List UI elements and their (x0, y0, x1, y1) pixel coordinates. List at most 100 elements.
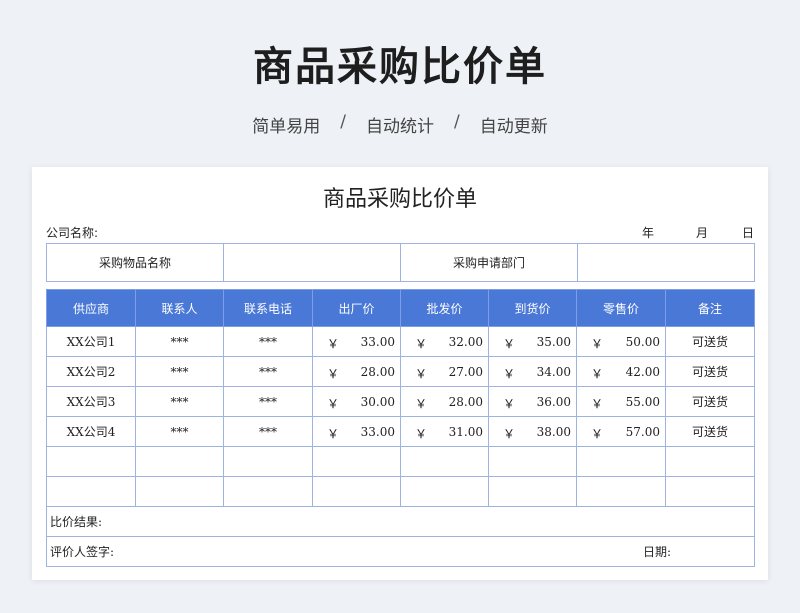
delivered-price-cell[interactable]: ￥ 35.00 (488, 326, 577, 357)
phone-cell[interactable]: *** (223, 416, 313, 447)
delivered-price-cell[interactable]: ￥ 34.00 (488, 356, 577, 387)
result-cell[interactable]: 比价结果: (46, 506, 755, 537)
yen-symbol: ￥ (503, 336, 516, 351)
supplier-cell[interactable]: XX公司1 (46, 326, 136, 357)
item-name-cell[interactable] (223, 243, 401, 282)
signature-cell[interactable]: 评价人签字: 日期: (46, 536, 755, 567)
note-cell[interactable]: 可送货 (665, 356, 755, 387)
dept-cell[interactable] (577, 243, 755, 282)
empty-cell[interactable] (576, 446, 666, 477)
subtitle-separator: / (340, 112, 346, 132)
column-header: 到货价 (488, 289, 577, 327)
yen-symbol: ￥ (327, 366, 340, 381)
empty-cell[interactable] (665, 476, 755, 507)
empty-cell[interactable] (665, 446, 755, 477)
empty-cell[interactable] (488, 476, 577, 507)
note-cell[interactable]: 可送货 (665, 326, 755, 357)
wholesale-price-cell[interactable]: ￥ 32.00 (400, 326, 489, 357)
supplier-cell[interactable]: XX公司2 (46, 356, 136, 387)
info-table: 采购物品名称 采购申请部门 (46, 243, 755, 282)
contact-cell[interactable]: *** (135, 416, 224, 447)
comparison-table: 供应商 联系人 联系电话 出厂价 批发价 到货价 零售价 备注 XX公司1 **… (46, 289, 755, 567)
price-value: 50.00 (625, 334, 660, 349)
yen-symbol: ￥ (591, 426, 604, 441)
phone-cell[interactable]: *** (223, 386, 313, 417)
subtitle-item: 简单易用 (252, 117, 321, 137)
column-header: 出厂价 (312, 289, 401, 327)
factory-price-cell[interactable]: ￥ 33.00 (312, 416, 401, 447)
sheet-title: 商品采购比价单 (322, 187, 477, 212)
retail-price-cell[interactable]: ￥ 50.00 (576, 326, 666, 357)
evaluator-label: 评价人签字: (50, 545, 115, 559)
price-value: 36.00 (536, 394, 571, 409)
empty-cell[interactable] (576, 476, 666, 507)
empty-cell[interactable] (223, 476, 313, 507)
phone-cell[interactable]: *** (223, 356, 313, 387)
price-value: 35.00 (536, 334, 571, 349)
item-name-label: 采购物品名称 (46, 243, 224, 282)
empty-cell[interactable] (488, 446, 577, 477)
column-header: 批发价 (400, 289, 489, 327)
retail-price-cell[interactable]: ￥ 57.00 (576, 416, 666, 447)
month-label: 月 (696, 226, 709, 240)
spreadsheet-card: 商品采购比价单 公司名称: 年 月 日 采购物品名称 采购申请部门 供应商 联系… (32, 167, 768, 580)
empty-cell[interactable] (135, 446, 224, 477)
empty-cell[interactable] (400, 476, 489, 507)
empty-cell[interactable] (312, 446, 401, 477)
price-value: 32.00 (448, 334, 483, 349)
contact-cell[interactable]: *** (135, 356, 224, 387)
delivered-price-cell[interactable]: ￥ 38.00 (488, 416, 577, 447)
factory-price-cell[interactable]: ￥ 30.00 (312, 386, 401, 417)
price-value: 31.00 (448, 424, 483, 439)
empty-cell[interactable] (46, 446, 136, 477)
price-value: 28.00 (360, 364, 395, 379)
empty-cell[interactable] (400, 446, 489, 477)
factory-price-cell[interactable]: ￥ 33.00 (312, 326, 401, 357)
yen-symbol: ￥ (503, 366, 516, 381)
retail-price-cell[interactable]: ￥ 55.00 (576, 386, 666, 417)
supplier-cell[interactable]: XX公司3 (46, 386, 136, 417)
subtitle-item: 自动更新 (479, 117, 548, 137)
delivered-price-cell[interactable]: ￥ 36.00 (488, 386, 577, 417)
yen-symbol: ￥ (415, 396, 428, 411)
yen-symbol: ￥ (591, 366, 604, 381)
supplier-cell[interactable]: XX公司4 (46, 416, 136, 447)
subtitle-separator: / (454, 112, 460, 132)
meta-row: 公司名称: 年 月 日 (46, 224, 754, 240)
empty-cell[interactable] (223, 446, 313, 477)
yen-symbol: ￥ (503, 426, 516, 441)
wholesale-price-cell[interactable]: ￥ 28.00 (400, 386, 489, 417)
factory-price-cell[interactable]: ￥ 28.00 (312, 356, 401, 387)
note-cell[interactable]: 可送货 (665, 416, 755, 447)
empty-cell[interactable] (312, 476, 401, 507)
note-cell[interactable]: 可送货 (665, 386, 755, 417)
result-label: 比价结果: (50, 515, 103, 529)
yen-symbol: ￥ (327, 396, 340, 411)
signature-row: 评价人签字: 日期: (46, 536, 755, 567)
empty-cell[interactable] (46, 476, 136, 507)
yen-symbol: ￥ (327, 426, 340, 441)
empty-row (46, 446, 755, 477)
empty-cell[interactable] (135, 476, 224, 507)
empty-row (46, 476, 755, 507)
contact-cell[interactable]: *** (135, 326, 224, 357)
wholesale-price-cell[interactable]: ￥ 31.00 (400, 416, 489, 447)
phone-cell[interactable]: *** (223, 326, 313, 357)
yen-symbol: ￥ (415, 426, 428, 441)
date-label: 日期: (643, 545, 672, 559)
yen-symbol: ￥ (591, 396, 604, 411)
yen-symbol: ￥ (327, 336, 340, 351)
hero-title: 商品采购比价单 (253, 44, 547, 90)
table-row: XX公司1 *** *** ￥ 33.00 ￥ 32.00 ￥ 35.00 ￥ 50.0… (46, 326, 755, 357)
price-value: 34.00 (536, 364, 571, 379)
hero-subtitle: 简单易用 / 自动统计 / 自动更新 (0, 112, 800, 137)
yen-symbol: ￥ (591, 336, 604, 351)
dept-label: 采购申请部门 (400, 243, 578, 282)
wholesale-price-cell[interactable]: ￥ 27.00 (400, 356, 489, 387)
column-header: 供应商 (46, 289, 136, 327)
contact-cell[interactable]: *** (135, 386, 224, 417)
day-label: 日 (742, 226, 755, 240)
column-header: 联系电话 (223, 289, 313, 327)
retail-price-cell[interactable]: ￥ 42.00 (576, 356, 666, 387)
table-row: XX公司3 *** *** ￥ 30.00 ￥ 28.00 ￥ 36.00 ￥ 55.0… (46, 386, 755, 417)
